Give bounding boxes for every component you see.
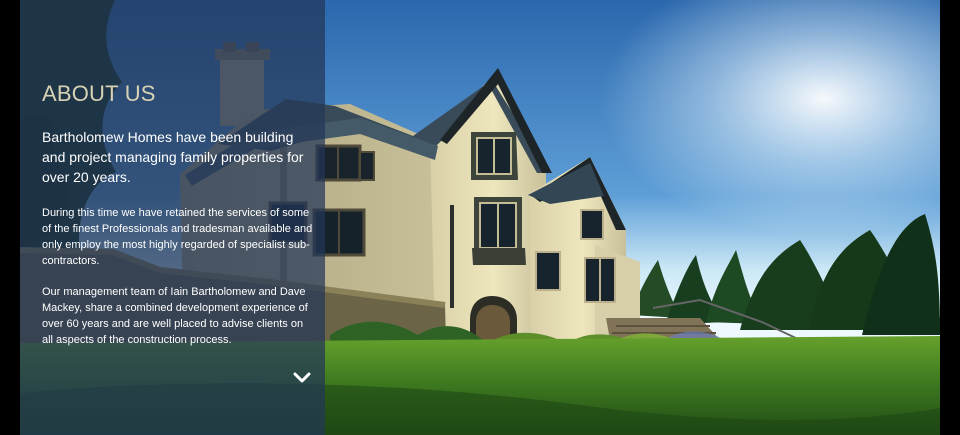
chevron-down-icon[interactable] <box>293 372 311 384</box>
about-us-title: ABOUT US <box>42 81 156 106</box>
right-page-edge <box>940 0 960 435</box>
about-us-panel: ABOUT US Bartholomew Homes have been bui… <box>20 0 325 435</box>
about-page: ABOUT US Bartholomew Homes have been bui… <box>0 0 960 435</box>
chevron-down-icon-svg <box>293 372 311 383</box>
left-page-edge <box>0 0 20 435</box>
about-paragraph-services: During this time we have retained the se… <box>42 207 313 267</box>
about-intro-text: Bartholomew Homes have been building and… <box>42 129 304 185</box>
about-paragraph-team: Our management team of Iain Bartholomew … <box>42 286 308 346</box>
